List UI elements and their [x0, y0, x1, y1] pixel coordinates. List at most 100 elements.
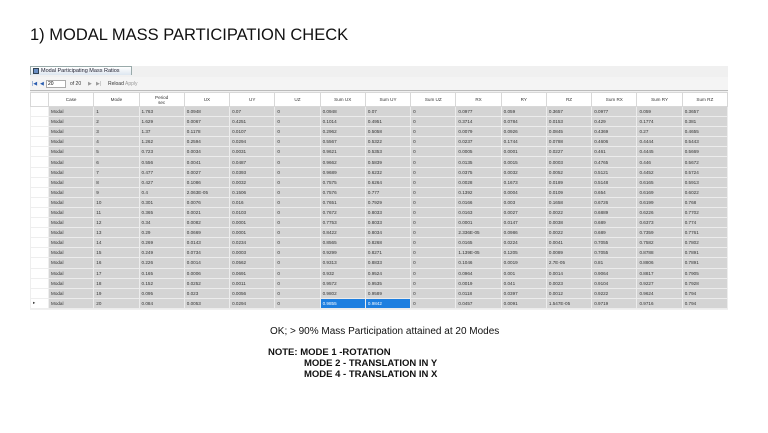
table-cell[interactable]: 0.059 [500, 105, 547, 118]
table-row[interactable]: Modal 18 0.152 0.0252 0.0011 0 0.9572 0.9535 0 0.… [30, 277, 729, 289]
table-row[interactable]: Modal 12 0.34 0.0082 0.0001 0 0.7753 0.8033 0 0.0… [30, 217, 729, 229]
table-cell[interactable]: 0.7905 [681, 267, 729, 279]
row-selector[interactable] [30, 287, 49, 299]
table-cell[interactable]: 0 [410, 287, 457, 299]
table-cell[interactable]: 0.5121 [591, 166, 638, 178]
table-cell[interactable]: 0.9572 [319, 277, 366, 289]
table-cell[interactable]: 0.689 [591, 217, 638, 229]
row-selector[interactable] [30, 166, 49, 178]
table-cell[interactable]: 0 [410, 156, 457, 168]
table-cell[interactable]: 0.0237 [455, 136, 502, 148]
table-cell[interactable]: 0.3657 [545, 105, 593, 118]
table-cell[interactable]: 0.0052 [545, 166, 593, 178]
table-row[interactable]: Modal 1 1.763 0.0948 0.07 0 0.0948 0.07 0 0.0977 0… [30, 105, 729, 118]
table-cell[interactable]: 2 [93, 116, 140, 128]
table-cell[interactable]: 0.0023 [545, 277, 593, 289]
table-cell[interactable]: 0.7753 [319, 217, 366, 229]
table-cell[interactable]: 0.4 [138, 186, 185, 198]
row-selector[interactable] [30, 217, 49, 229]
table-cell[interactable]: 0 [410, 267, 457, 279]
table-cell[interactable]: 0.0006 [183, 267, 231, 279]
table-cell[interactable]: 0.0076 [183, 196, 231, 208]
table-cell[interactable]: 0.0163 [455, 206, 502, 219]
table-cell[interactable]: 0.6199 [636, 196, 683, 208]
table-cell[interactable]: 0.0397 [500, 287, 547, 299]
table-cell[interactable]: 0 [274, 227, 321, 239]
table-cell[interactable]: 0.0153 [545, 116, 593, 128]
column-header[interactable]: RZ [545, 92, 593, 107]
table-cell[interactable]: 0 [410, 227, 457, 239]
table-cell[interactable]: 0.0948 [319, 105, 366, 118]
table-cell[interactable]: 0.023 [183, 287, 231, 299]
table-cell[interactable]: 0.7929 [364, 196, 412, 208]
table-cell[interactable]: 0.6165 [636, 176, 683, 188]
table-cell[interactable]: 0.003 [500, 196, 547, 208]
table-cell[interactable]: 0.1014 [319, 116, 366, 128]
table-cell[interactable]: 0 [274, 116, 321, 128]
prev-record-button[interactable]: ◀ [40, 77, 44, 91]
table-cell[interactable]: 0.6889 [591, 206, 638, 219]
table-cell[interactable]: 0.0041 [545, 237, 593, 249]
table-row[interactable]: Modal 17 0.165 0.0006 0.0691 0 0.932 0.9524 0 0.0… [30, 267, 729, 279]
table-cell[interactable]: 0 [274, 176, 321, 188]
table-cell[interactable]: 0.29 [138, 227, 185, 239]
table-cell[interactable]: 0.9299 [319, 247, 366, 259]
table-cell[interactable]: 0.0224 [500, 237, 547, 249]
table-cell[interactable]: Modal [47, 126, 95, 138]
table-cell[interactable]: Modal [47, 116, 95, 128]
table-cell[interactable]: 0.7651 [319, 196, 366, 208]
table-cell[interactable]: 0.269 [138, 237, 185, 249]
table-cell[interactable]: 0.9313 [319, 257, 366, 269]
table-cell[interactable]: 0.0166 [455, 196, 502, 208]
table-row[interactable]: Modal 2 1.629 0.0067 0.4251 0 0.1014 0.4951 0 0.3… [30, 116, 729, 128]
table-cell[interactable]: 9 [93, 186, 140, 198]
table-cell[interactable]: 0.0053 [183, 297, 231, 309]
table-cell[interactable]: 0 [274, 156, 321, 168]
table-cell[interactable]: 0.794 [681, 297, 729, 309]
column-header[interactable]: UY [229, 92, 276, 107]
table-cell[interactable]: 2.336E-05 [455, 227, 502, 239]
table-cell[interactable]: Modal [47, 277, 95, 289]
table-cell[interactable]: 1.547E-05 [545, 297, 593, 309]
table-cell[interactable]: 14 [93, 237, 140, 249]
table-cell[interactable]: 0.9227 [636, 277, 683, 289]
table-cell[interactable]: Modal [47, 136, 95, 148]
column-header[interactable]: RX [455, 92, 502, 107]
table-cell[interactable]: 0.9064 [591, 267, 638, 279]
table-cell[interactable]: 0 [274, 136, 321, 148]
table-cell[interactable]: 0 [410, 196, 457, 208]
table-cell[interactable]: 0.0977 [591, 105, 638, 118]
table-cell[interactable]: 18 [93, 277, 140, 289]
table-cell[interactable]: 0.0019 [455, 277, 502, 289]
table-cell[interactable]: 0.7761 [681, 227, 729, 239]
table-cell[interactable]: 0.932 [319, 267, 366, 279]
table-cell[interactable]: 0.0977 [455, 105, 502, 118]
table-cell[interactable]: 0.477 [138, 166, 185, 178]
table-cell[interactable]: 0.0027 [500, 206, 547, 219]
table-cell[interactable]: Modal [47, 237, 95, 249]
table-cell[interactable]: 0.0691 [229, 267, 276, 279]
column-header[interactable]: Sum UY [364, 92, 412, 107]
table-cell[interactable]: 0.0562 [229, 257, 276, 269]
table-cell[interactable]: 0.249 [138, 247, 185, 259]
table-cell[interactable]: 0.0027 [183, 166, 231, 178]
table-cell[interactable]: Modal [47, 105, 95, 118]
tab-modal-participating-mass-ratios[interactable]: Modal Participating Mass Ratios [30, 66, 132, 75]
table-cell[interactable]: 0.6264 [364, 176, 412, 188]
table-row[interactable]: Modal 8 0.427 0.1086 0.0032 0 0.7575 0.6264 0 0.0… [30, 176, 729, 188]
table-cell[interactable]: 0.9662 [319, 156, 366, 168]
table-cell[interactable]: 0.1046 [455, 257, 502, 269]
table-cell[interactable]: 0.8788 [636, 247, 683, 259]
table-cell[interactable]: 0.0143 [183, 237, 231, 249]
first-record-button[interactable]: |◀ [32, 77, 37, 91]
table-cell[interactable]: 0.4444 [636, 136, 683, 148]
table-cell[interactable]: 0.446 [636, 156, 683, 168]
table-cell[interactable]: 0.7891 [681, 247, 729, 259]
table-cell[interactable]: 0.5669 [681, 146, 729, 158]
table-cell[interactable]: 2.063E-05 [183, 186, 231, 198]
table-row[interactable]: Modal 5 0.723 0.0034 0.0031 0 0.9621 0.5353 0 0.0… [30, 146, 729, 158]
table-cell[interactable]: 0 [410, 247, 457, 259]
table-cell[interactable]: 0.689 [591, 227, 638, 239]
row-selector[interactable] [30, 126, 49, 138]
table-cell[interactable]: 0.1506 [229, 186, 276, 198]
